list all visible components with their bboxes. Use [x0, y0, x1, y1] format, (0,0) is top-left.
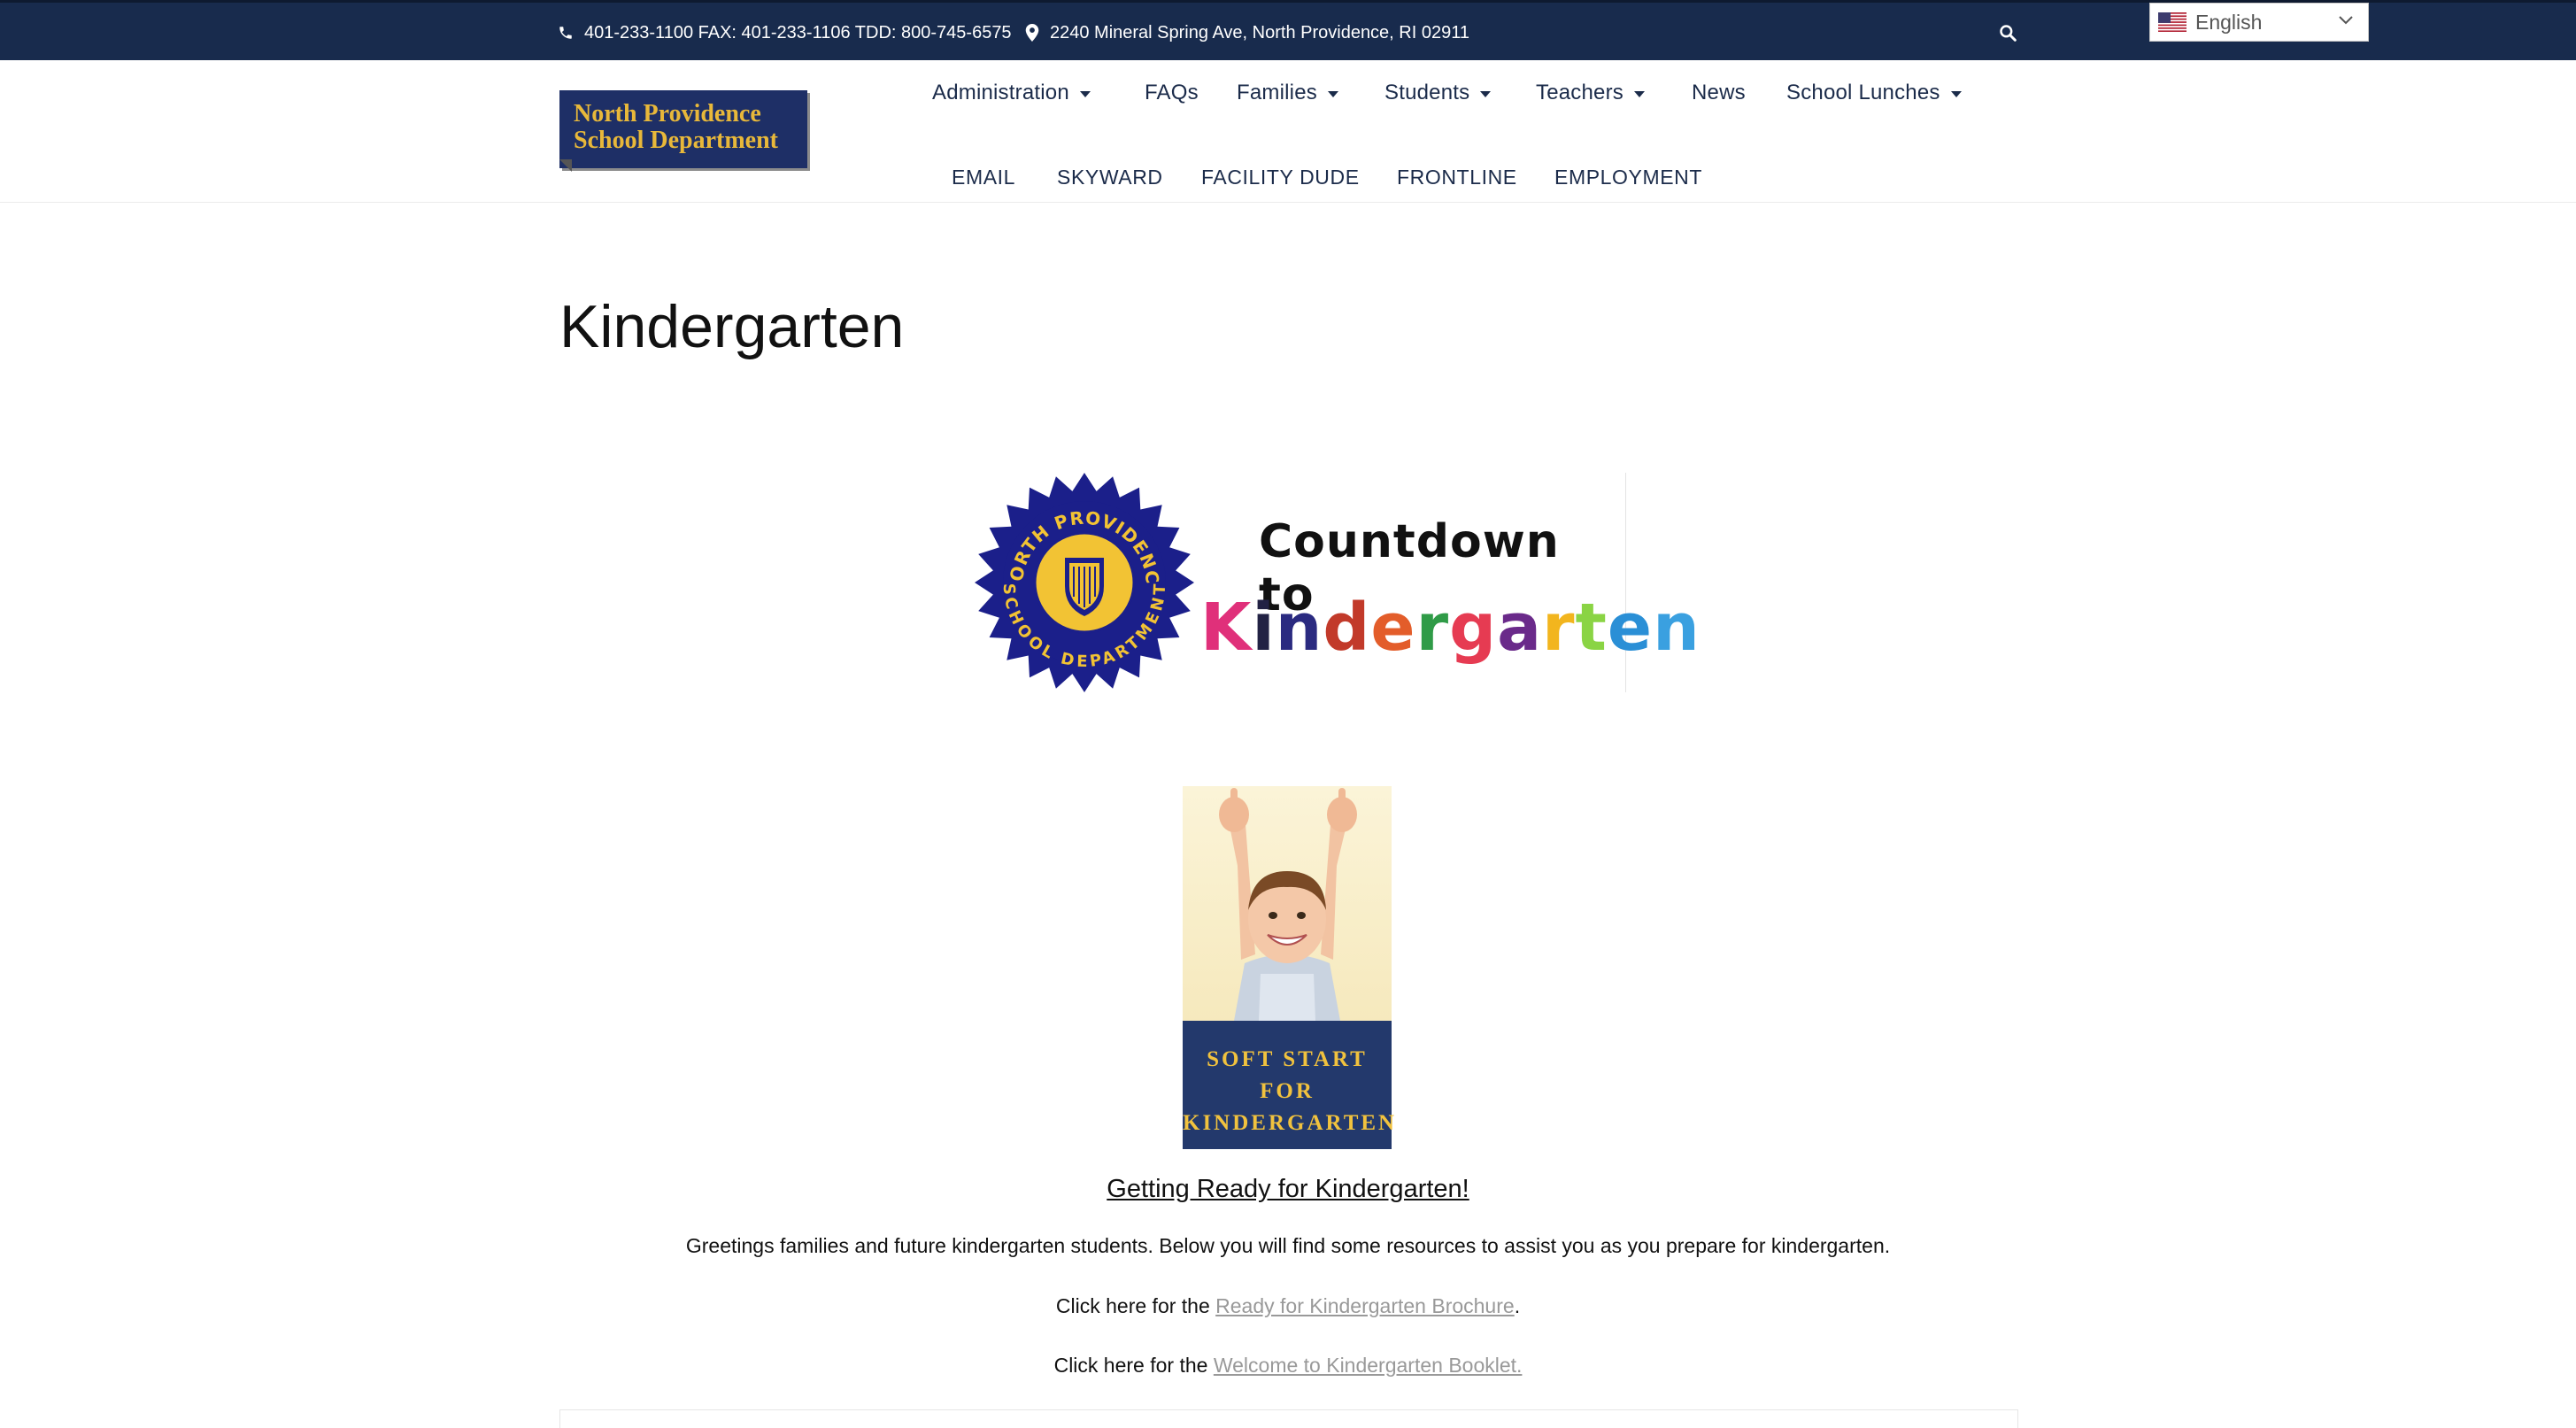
- kindergarten-letter: n: [1275, 590, 1323, 666]
- nav-teachers[interactable]: Teachers: [1536, 73, 1645, 113]
- address-text: 2240 Mineral Spring Ave, North Providenc…: [1050, 22, 1469, 42]
- kindergarten-letter: n: [1653, 590, 1701, 666]
- nav-faqs[interactable]: FAQs: [1145, 73, 1199, 113]
- getting-ready-link[interactable]: Getting Ready for Kindergarten!: [1107, 1175, 1469, 1203]
- brochure-link[interactable]: Ready for Kindergarten Brochure: [1215, 1294, 1515, 1317]
- language-label: English: [2195, 10, 2263, 34]
- search-icon: [2000, 25, 2017, 42]
- nav-school-lunches[interactable]: School Lunches: [1786, 73, 1962, 113]
- nav-families[interactable]: Families: [1237, 73, 1338, 113]
- search-button[interactable]: [1995, 20, 2020, 45]
- kindergarten-letter: a: [1497, 590, 1543, 666]
- nav-label: Students: [1384, 81, 1470, 104]
- countdown-banner: NORTH PROVIDENCE SCHOOL DEPARTMENT Count…: [974, 473, 1700, 692]
- caret-down-icon: [1079, 90, 1091, 97]
- brochure-paragraph: Click here for the Ready for Kindergarte…: [0, 1294, 2576, 1318]
- nav-label: School Lunches: [1786, 81, 1940, 104]
- phone-icon: [559, 27, 572, 39]
- caret-down-icon: [1633, 90, 1645, 97]
- soft-start-band: SOFT START FOR KINDERGARTEN: [1183, 1021, 1398, 1149]
- us-flag-icon: [2158, 12, 2187, 32]
- getting-ready-heading: Getting Ready for Kindergarten!: [0, 1175, 2576, 1204]
- soft-start-line-3: KINDERGARTEN: [1183, 1111, 1398, 1135]
- nav-label: News: [1692, 81, 1746, 104]
- booklet-prefix: Click here for the: [1053, 1354, 1214, 1377]
- kindergarten-letter: r: [1415, 590, 1450, 666]
- nav-label: Families: [1237, 81, 1317, 104]
- caret-down-icon: [1950, 90, 1962, 97]
- kindergarten-letter: e: [1370, 590, 1416, 666]
- page-title: Kindergarten: [559, 293, 905, 360]
- map-pin-icon: [1025, 24, 1039, 42]
- nav-skyward[interactable]: SKYWARD: [1057, 157, 1163, 197]
- kindergarten-letter: e: [1607, 590, 1654, 666]
- intro-paragraph: Greetings families and future kindergart…: [685, 1234, 1891, 1257]
- logo-fold: [559, 159, 572, 172]
- nav-label: Administration: [932, 81, 1069, 104]
- nav-administration[interactable]: Administration: [932, 73, 1091, 113]
- kindergarten-colorful-word: Kindergarten: [1200, 590, 1701, 666]
- chevron-down-icon: [2339, 16, 2353, 25]
- site-header: North Providence School Department Admin…: [0, 60, 2576, 203]
- nav-facility-dude[interactable]: FACILITY DUDE: [1201, 157, 1360, 197]
- nav-frontline[interactable]: FRONTLINE: [1397, 157, 1517, 197]
- kindergarten-letter: r: [1542, 590, 1576, 666]
- school-seal-icon: NORTH PROVIDENCE SCHOOL DEPARTMENT: [974, 473, 1194, 692]
- kindergarten-letter: d: [1323, 590, 1371, 666]
- contact-text: 401-233-1100 FAX: 401-233-1106 TDD: 800-…: [584, 22, 1012, 42]
- brochure-prefix: Click here for the: [1055, 1294, 1216, 1317]
- soft-start-line-1: SOFT START: [1207, 1047, 1368, 1071]
- logo-line-1: North Providence: [574, 100, 761, 127]
- site-logo[interactable]: North Providence School Department: [559, 90, 807, 172]
- caret-down-icon: [1480, 90, 1492, 97]
- nav-label: Teachers: [1536, 81, 1623, 104]
- soft-start-line-2: FOR: [1260, 1079, 1315, 1103]
- contact-info: 401-233-1100 FAX: 401-233-1106 TDD: 800-…: [558, 20, 1012, 45]
- kindergarten-letter: i: [1252, 590, 1276, 666]
- logo-line-2: School Department: [574, 127, 778, 154]
- content-box-edge: [559, 1409, 2018, 1428]
- address-info: 2240 Mineral Spring Ave, North Providenc…: [1025, 20, 1469, 45]
- child-thumbs-up-photo: [1183, 786, 1392, 1021]
- booklet-paragraph: Click here for the Welcome to Kindergart…: [0, 1354, 2576, 1378]
- soft-start-graphic[interactable]: SOFT START FOR KINDERGARTEN: [1183, 786, 1398, 1149]
- booklet-link[interactable]: Welcome to Kindergarten Booklet.: [1214, 1354, 1523, 1377]
- nav-employment[interactable]: EMPLOYMENT: [1554, 157, 1702, 197]
- kindergarten-letter: K: [1200, 590, 1253, 666]
- kindergarten-letter: t: [1575, 590, 1608, 666]
- nav-email[interactable]: EMAIL: [952, 157, 1015, 197]
- language-selector[interactable]: English: [2149, 3, 2369, 42]
- brochure-suffix: .: [1514, 1294, 1521, 1317]
- kindergarten-letter: g: [1449, 590, 1498, 666]
- nav-label: FAQs: [1145, 81, 1199, 104]
- nav-students[interactable]: Students: [1384, 73, 1492, 113]
- nav-news[interactable]: News: [1692, 73, 1746, 113]
- caret-down-icon: [1327, 90, 1338, 97]
